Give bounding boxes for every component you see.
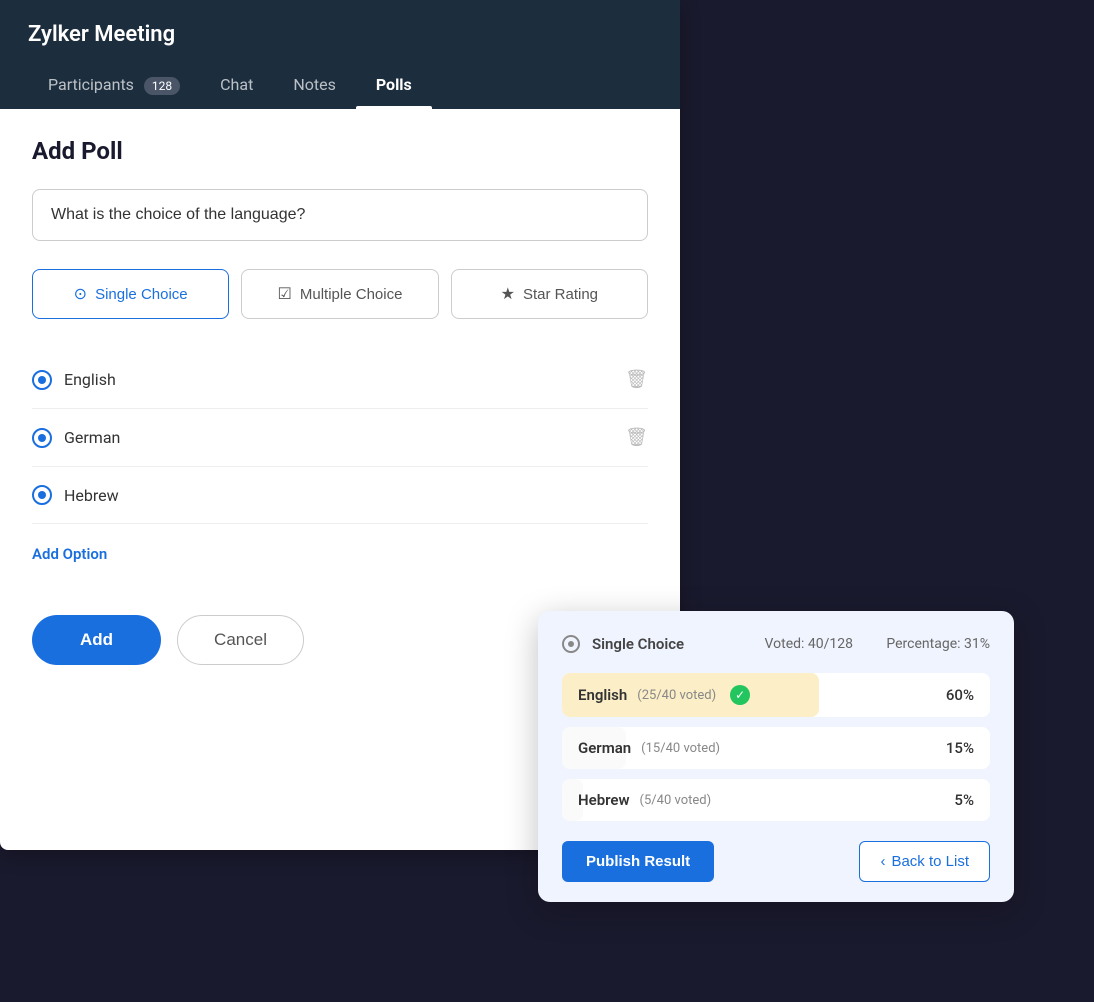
options-list: English 🗑 German 🗑 Hebrew [32, 351, 648, 524]
table-row: English 🗑 [32, 351, 648, 409]
participants-badge: 128 [144, 77, 180, 95]
results-type-label: Single Choice [592, 635, 684, 653]
results-header: Single Choice Voted: 40/128 Percentage: … [562, 635, 990, 653]
results-radio-icon [562, 635, 580, 653]
publish-result-button[interactable]: Publish Result [562, 841, 714, 882]
meeting-header: Zylker Meeting Participants 128 Chat Not… [0, 0, 680, 109]
option-label-german: German [64, 428, 613, 447]
tab-polls[interactable]: Polls [356, 65, 432, 109]
winner-check-icon: ✓ [730, 685, 750, 705]
radio-hebrew [32, 485, 52, 505]
tab-participants[interactable]: Participants 128 [28, 65, 200, 109]
tab-chat[interactable]: Chat [200, 65, 273, 109]
result-name-hebrew: Hebrew [578, 791, 630, 809]
results-voted: Voted: 40/128 Percentage: 31% [765, 636, 990, 652]
result-pct-german: 15% [946, 739, 974, 757]
page-title: Add Poll [32, 137, 648, 165]
cancel-button[interactable]: Cancel [177, 615, 304, 665]
result-bars: English (25/40 voted) ✓ 60% German (15/4… [562, 673, 990, 821]
result-votes-english: (25/40 voted) [637, 688, 716, 703]
add-button[interactable]: Add [32, 615, 161, 665]
results-panel: Single Choice Voted: 40/128 Percentage: … [538, 611, 1014, 902]
multiple-choice-icon: ☑ [278, 284, 292, 304]
star-rating-icon: ★ [501, 284, 515, 304]
tab-notes[interactable]: Notes [273, 65, 356, 109]
table-row: German 🗑 [32, 409, 648, 467]
back-chevron-icon: ‹ [880, 853, 885, 870]
delete-english-icon[interactable]: 🗑 [625, 369, 648, 390]
list-item: German (15/40 voted) 15% [562, 727, 990, 769]
add-option-link[interactable]: Add Option [32, 545, 107, 563]
poll-content: Add Poll ⊙ Single Choice ☑ Multiple Choi… [0, 109, 680, 693]
result-votes-hebrew: (5/40 voted) [640, 793, 712, 808]
table-row: Hebrew [32, 467, 648, 524]
meeting-title: Zylker Meeting [28, 22, 652, 47]
result-name-german: German [578, 739, 631, 757]
poll-type-selector: ⊙ Single Choice ☑ Multiple Choice ★ Star… [32, 269, 648, 319]
poll-question-input[interactable] [32, 189, 648, 241]
result-pct-english: 60% [946, 686, 974, 704]
list-item: Hebrew (5/40 voted) 5% [562, 779, 990, 821]
result-name-english: English [578, 686, 627, 704]
poll-type-star[interactable]: ★ Star Rating [451, 269, 648, 319]
poll-type-multiple[interactable]: ☑ Multiple Choice [241, 269, 438, 319]
meeting-tabs: Participants 128 Chat Notes Polls [28, 65, 652, 109]
radio-english [32, 370, 52, 390]
result-votes-german: (15/40 voted) [641, 741, 720, 756]
single-choice-icon: ⊙ [74, 284, 87, 304]
option-label-hebrew: Hebrew [64, 486, 648, 505]
result-pct-hebrew: 5% [954, 791, 974, 809]
back-to-list-button[interactable]: ‹ Back to List [859, 841, 990, 882]
option-label-english: English [64, 370, 613, 389]
radio-german [32, 428, 52, 448]
results-footer: Publish Result ‹ Back to List [562, 841, 990, 882]
delete-german-icon[interactable]: 🗑 [625, 427, 648, 448]
poll-type-single[interactable]: ⊙ Single Choice [32, 269, 229, 319]
list-item: English (25/40 voted) ✓ 60% [562, 673, 990, 717]
